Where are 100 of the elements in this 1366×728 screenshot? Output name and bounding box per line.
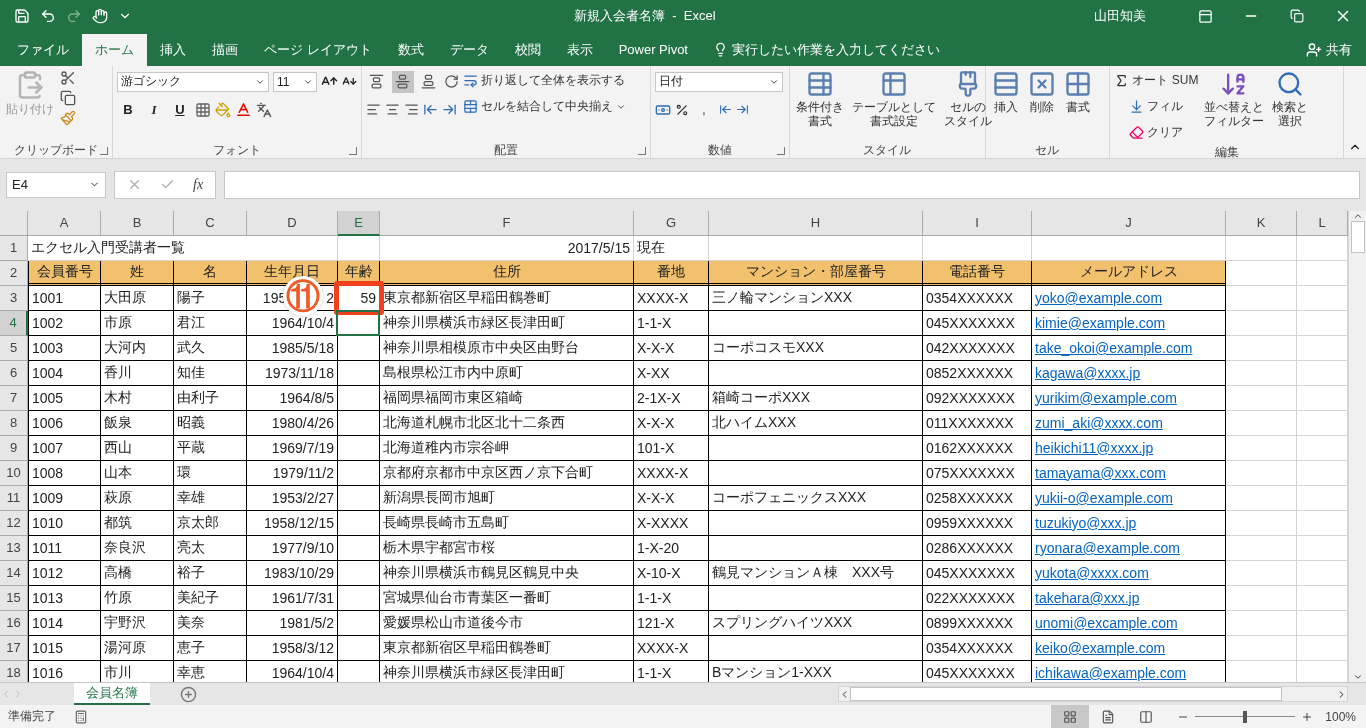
share-button[interactable]: 共有 [1306,33,1352,66]
zoom-in-icon[interactable] [1301,710,1314,723]
email-link[interactable]: take_okoi@example.com [1035,339,1193,356]
comma-button[interactable]: , [692,98,715,121]
horizontal-scrollbar[interactable] [838,686,1348,702]
column-header[interactable]: I [923,210,1032,236]
ribbon-tab[interactable]: 挿入 [147,33,199,66]
row-header[interactable]: 18 [0,660,28,682]
row-header[interactable]: 12 [0,510,28,536]
format-button[interactable]: 書式 [1061,69,1094,142]
scrollbar-thumb[interactable] [1350,220,1365,253]
row-header[interactable]: 15 [0,585,28,611]
email-link[interactable]: zumi_aki@xxxx.com [1035,414,1163,431]
email-link[interactable]: ryonara@example.com [1035,539,1180,556]
zoom-level[interactable]: 100% [1325,709,1356,724]
cell-styles-button[interactable]: セルの スタイル [941,69,994,142]
number-format-field[interactable]: 日付 [654,71,783,92]
row-header[interactable]: 2 [0,260,28,286]
row-header[interactable]: 14 [0,560,28,586]
row-header[interactable]: 9 [0,435,28,461]
font-size-field[interactable]: 11 [272,71,317,92]
ribbon-tab[interactable]: データ [436,33,502,66]
column-header[interactable]: F [380,210,634,236]
row-header[interactable]: 4 [0,310,28,336]
insert-function-button[interactable]: fx [193,176,204,193]
font-name-field[interactable]: 游ゴシック [116,71,269,92]
add-sheet-icon[interactable] [180,685,197,703]
column-header[interactable]: A [28,210,101,236]
borders-icon[interactable] [194,101,211,118]
user-name[interactable]: 山田知美 [1094,7,1146,25]
email-link[interactable]: ichikawa@example.com [1035,664,1187,681]
row-header[interactable]: 11 [0,485,28,511]
conditional-formatting-button[interactable]: 条件付き 書式 [793,69,846,142]
tell-me-field[interactable]: 実行したい作業を入力してください [732,40,940,59]
row-header[interactable]: 8 [0,410,28,436]
dialog-launcher-icon[interactable] [637,146,646,155]
email-link[interactable]: yoko@example.com [1035,289,1163,306]
name-box[interactable]: E4 [6,171,106,198]
dialog-launcher-icon[interactable] [776,146,785,155]
wrap-text-button[interactable]: 折り返して全体を表示する [462,69,626,92]
ribbon-tab[interactable]: 表示 [553,33,606,66]
column-header[interactable]: D [247,210,338,236]
column-header[interactable]: E [338,210,380,236]
ribbon-tab[interactable]: 描画 [199,33,251,66]
view-button[interactable] [1051,705,1090,728]
row-header[interactable]: 1 [0,235,28,261]
row-header[interactable]: 6 [0,360,28,386]
undo-icon[interactable] [40,8,56,24]
fill-color-icon[interactable] [214,101,231,118]
ribbon-tab[interactable]: ファイル [4,33,82,66]
row-header[interactable]: 3 [0,285,28,311]
merge-center-button[interactable]: セルを結合して中央揃え [462,95,626,118]
ribbon-tab[interactable]: 校閲 [501,33,554,66]
zoom-slider-thumb[interactable] [1243,710,1248,723]
dialog-launcher-icon[interactable] [99,146,108,155]
column-header[interactable]: H [709,210,923,236]
row-header[interactable]: 16 [0,610,28,636]
email-link[interactable]: tuzukiyo@xxx.jp [1035,514,1137,531]
orientation-icon[interactable] [443,74,459,90]
copy-icon[interactable] [60,89,76,106]
column-header[interactable]: C [174,210,247,236]
column-header[interactable]: B [101,210,174,236]
column-header[interactable]: K [1226,210,1297,236]
email-link[interactable]: keiko@example.com [1035,639,1166,656]
formula-field[interactable] [224,170,1360,199]
ribbon-tab[interactable]: Power Pivot [605,33,701,66]
delete-button[interactable]: 削除 [1025,69,1058,142]
underline-button[interactable]: U [168,98,191,121]
ribbon-tab[interactable]: ページ レイアウト [251,33,385,66]
ribbon-tab[interactable]: 数式 [384,33,437,66]
email-link[interactable]: kimie@example.com [1035,314,1166,331]
autosum-button[interactable]: オート SUM [1114,69,1199,92]
middle-align-button[interactable] [391,70,414,93]
email-link[interactable]: yurikim@example.com [1035,389,1177,406]
row-header[interactable]: 10 [0,460,28,486]
vertical-scrollbar[interactable] [1348,210,1366,682]
column-header[interactable]: J [1032,210,1226,236]
column-header[interactable]: G [634,210,709,236]
email-link[interactable]: takehara@xxx.jp [1035,589,1140,606]
email-link[interactable]: unomi@excample.com [1035,614,1178,631]
row-header[interactable]: 17 [0,635,28,661]
find-select-button[interactable]: 検索と 選択 [1270,69,1311,144]
bold-button[interactable]: B [116,98,139,121]
email-link[interactable]: yukota@xxxx.com [1035,564,1149,581]
column-header[interactable]: L [1297,210,1348,236]
email-link[interactable]: heikichi11@xxxx.jp [1035,439,1154,456]
macro-record-icon[interactable] [74,709,88,724]
dialog-launcher-icon[interactable] [348,146,357,155]
clear-button[interactable]: クリア [1114,121,1199,144]
email-link[interactable]: yukii-o@example.com [1035,489,1173,506]
fill-button[interactable]: フィル [1114,95,1199,118]
ribbon-tab[interactable]: ホーム [82,33,147,66]
sort-filter-button[interactable]: 並べ替えと フィルター [1202,69,1267,144]
percent-icon[interactable] [674,102,689,117]
align-left-icon[interactable] [365,102,381,118]
save-icon[interactable] [14,8,30,24]
decrease-decimal-icon[interactable] [735,103,749,117]
cut-icon[interactable] [60,69,76,86]
align-right-icon[interactable] [403,102,419,118]
touch-mode-icon[interactable] [92,8,108,24]
